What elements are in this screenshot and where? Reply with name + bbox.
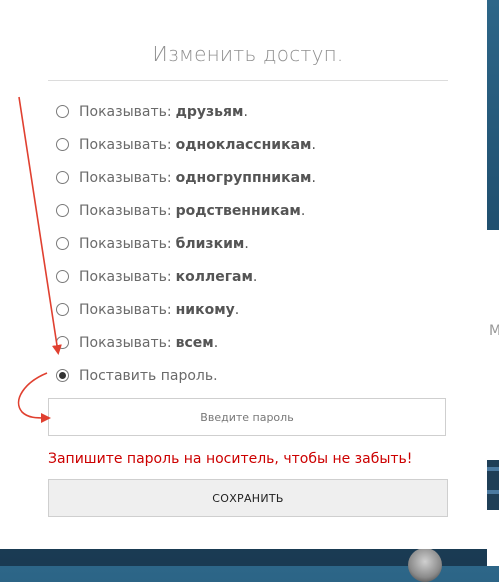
radio-button[interactable]: [56, 138, 69, 151]
option-prefix: Показывать: [79, 136, 167, 153]
option-separator: :: [166, 268, 172, 285]
option-prefix: Поставить пароль.: [79, 367, 218, 384]
option-separator: :: [166, 334, 172, 351]
option-dot: .: [300, 202, 306, 219]
option-dot: .: [252, 268, 258, 285]
option-target: одногруппникам: [175, 169, 312, 186]
option-dot: .: [234, 301, 240, 318]
option-prefix: Показывать: [79, 103, 167, 120]
option-separator: :: [166, 169, 172, 186]
radio-button[interactable]: [56, 105, 69, 118]
option-prefix: Показывать: [79, 268, 167, 285]
background-text: M: [489, 323, 499, 339]
option-prefix: Показывать: [79, 235, 167, 252]
option-dot: .: [311, 136, 316, 153]
option-separator: :: [166, 235, 172, 252]
access-option-colleagues[interactable]: Показывать : коллегам.: [56, 260, 316, 293]
title-divider: [48, 80, 448, 81]
access-option-relatives[interactable]: Показывать : родственникам.: [56, 194, 316, 227]
option-target: коллегам: [175, 268, 253, 285]
option-dot: .: [243, 103, 248, 120]
option-separator: :: [166, 136, 172, 153]
password-input[interactable]: [48, 398, 446, 436]
access-option-nobody[interactable]: Показывать : никому.: [56, 293, 316, 326]
access-options-list: Показывать : друзьям. Показывать : однокла…: [56, 95, 316, 392]
radio-button-selected[interactable]: [56, 369, 69, 382]
radio-button[interactable]: [56, 270, 69, 283]
option-dot: .: [244, 235, 249, 252]
option-target: никому: [175, 301, 235, 318]
radio-button[interactable]: [56, 204, 69, 217]
access-option-friends[interactable]: Показывать : друзьям.: [56, 95, 316, 128]
dialog-title: Изменить доступ.: [152, 42, 344, 66]
option-target: одноклассникам: [175, 136, 312, 153]
background-bar: [487, 467, 499, 471]
background-bar: [487, 490, 499, 494]
option-target: родственникам: [175, 202, 301, 219]
access-option-classmates[interactable]: Показывать : одноклассникам.: [56, 128, 316, 161]
option-separator: :: [166, 103, 172, 120]
background-panel: [487, 230, 499, 566]
option-dot: .: [311, 169, 316, 186]
change-access-dialog: Изменить доступ. Показывать : друзьям. По…: [0, 0, 487, 549]
option-prefix: Показывать: [79, 169, 167, 186]
option-dot: .: [213, 334, 219, 351]
option-target: близким: [175, 235, 245, 252]
option-prefix: Показывать: [79, 334, 167, 351]
access-option-set-password[interactable]: Поставить пароль.: [56, 359, 316, 392]
warning-text: Запишите пароль на носитель, чтобы не за…: [48, 451, 413, 467]
option-separator: :: [166, 202, 172, 219]
radio-button[interactable]: [56, 336, 69, 349]
access-option-everyone[interactable]: Показывать : всем.: [56, 326, 316, 359]
access-option-groupmates[interactable]: Показывать : одногруппникам.: [56, 161, 316, 194]
option-prefix: Показывать: [79, 301, 167, 318]
option-target: друзьям: [175, 103, 244, 120]
background-avatar: [408, 548, 442, 582]
radio-button[interactable]: [56, 303, 69, 316]
save-button[interactable]: СОХРАНИТЬ: [48, 479, 448, 517]
radio-button[interactable]: [56, 171, 69, 184]
access-option-close[interactable]: Показывать : близким.: [56, 227, 316, 260]
option-target: всем: [175, 334, 214, 351]
radio-button[interactable]: [56, 237, 69, 250]
option-separator: :: [166, 301, 172, 318]
option-prefix: Показывать: [79, 202, 167, 219]
